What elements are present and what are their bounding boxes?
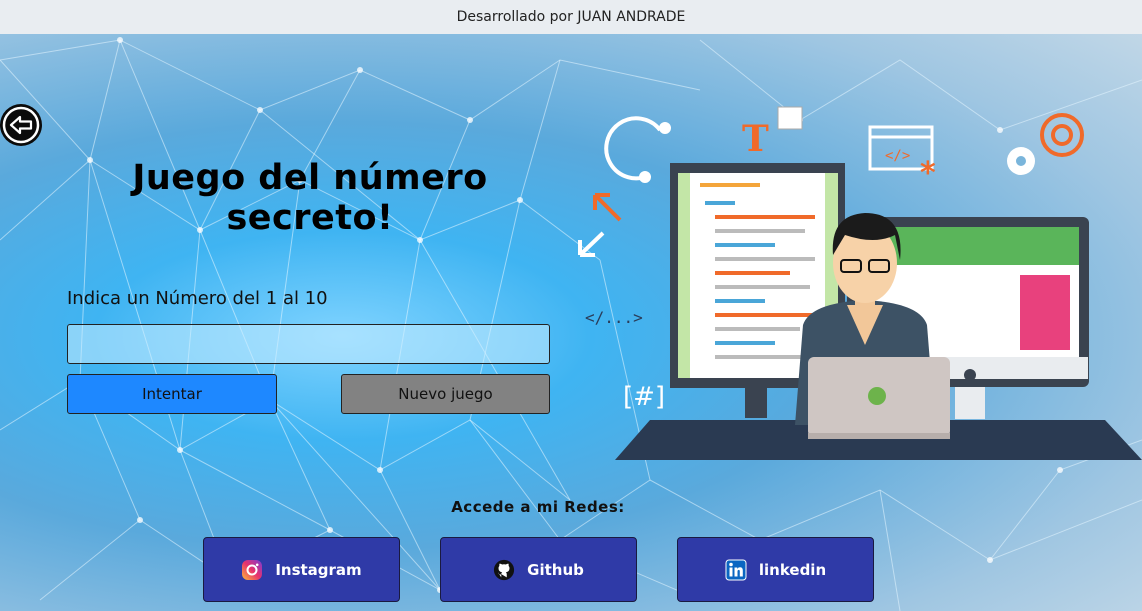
number-prompt-label: Indica un Número del 1 al 10 (67, 288, 328, 309)
title-line-2: secreto! (226, 198, 394, 238)
github-label: Github (527, 560, 584, 579)
linkedin-icon (725, 559, 747, 581)
arrow-left-circle-icon (2, 106, 40, 144)
credit-text: Desarrollado por JUAN ANDRADE (456, 9, 686, 25)
instagram-label: Instagram (275, 560, 362, 579)
title-line-1: Juego del número (132, 158, 488, 198)
number-input[interactable] (67, 324, 550, 364)
letter-t-icon: T (742, 118, 769, 160)
layout-icon (777, 106, 803, 130)
gear-icon-large (1040, 113, 1084, 157)
github-icon (493, 559, 515, 581)
instagram-link[interactable]: Instagram (203, 537, 400, 602)
new-game-button[interactable]: Nuevo juego (341, 374, 550, 414)
page-title: Juego del número secreto! (80, 158, 540, 238)
social-title: Accede a mi Redes: (451, 498, 625, 516)
svg-text:</>: </> (885, 148, 910, 164)
try-button-label: Intentar (142, 385, 202, 403)
developer-illustration: T </> * </...> [#] (578, 106, 1142, 460)
expand-arrows-icon (578, 193, 622, 257)
code-tag-text: </...> (585, 308, 643, 327)
back-button[interactable] (0, 104, 42, 146)
top-credit-bar: Desarrollado por JUAN ANDRADE (0, 0, 1142, 34)
try-button[interactable]: Intentar (67, 374, 277, 414)
gear-icon-small (1007, 147, 1035, 175)
new-game-button-label: Nuevo juego (398, 385, 493, 403)
hash-tag-text: [#] (623, 382, 665, 412)
linkedin-label: linkedin (758, 560, 827, 579)
asterisk-icon: * (920, 156, 936, 191)
github-link[interactable]: Github (440, 537, 637, 602)
refresh-arc-icon (604, 116, 671, 183)
instagram-icon (241, 559, 263, 581)
linkedin-link[interactable]: linkedin (677, 537, 874, 602)
